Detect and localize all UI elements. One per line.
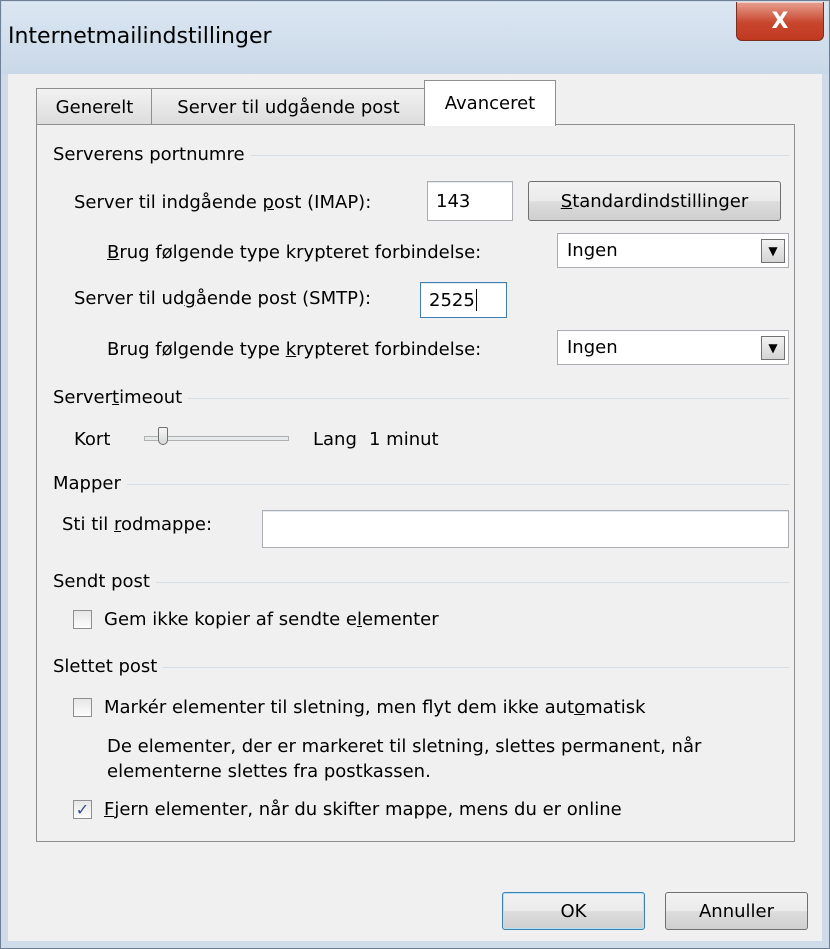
tab-avanceret[interactable]: Avanceret <box>424 80 556 126</box>
cancel-button-label: Annuller <box>698 900 774 922</box>
tab-panel-avanceret: Serverens portnumre Server til indgående… <box>36 124 795 842</box>
text-caret <box>475 289 477 311</box>
imap-encryption-select[interactable]: Ingen ▼ <box>557 233 789 268</box>
group-divider <box>53 484 790 485</box>
imap-encryption-label: Brug følgende type krypteret forbindelse… <box>107 242 482 263</box>
mark-delete-label[interactable]: Markér elementer til sletning, men flyt … <box>104 697 646 718</box>
smtp-port-value: 2525 <box>429 289 475 311</box>
ok-button[interactable]: OK <box>502 892 645 930</box>
root-folder-input[interactable] <box>262 510 789 548</box>
checkmark-icon: ✓ <box>75 800 90 819</box>
group-divider <box>53 582 790 583</box>
group-label: Sendt post <box>53 571 156 592</box>
dropdown-arrow-icon[interactable]: ▼ <box>761 336 785 360</box>
defaults-button[interactable]: Standardindstillinger <box>528 181 781 221</box>
tab-label: Server til udgående post <box>177 96 400 118</box>
smtp-encryption-select[interactable]: Ingen ▼ <box>557 330 789 365</box>
window-title: Internetmailindstillinger <box>8 24 272 49</box>
group-server-timeout: Servertimeout <box>53 387 790 409</box>
group-deleted-mail: Slettet post <box>53 656 790 678</box>
close-button[interactable]: X <box>736 2 824 41</box>
smtp-encryption-label: Brug følgende type krypteret forbindelse… <box>107 339 482 360</box>
mark-delete-checkbox[interactable] <box>73 698 92 717</box>
tab-server-udgaaende[interactable]: Server til udgående post <box>151 88 426 125</box>
group-label: Serverens portnumre <box>53 144 251 165</box>
group-divider <box>53 667 790 668</box>
imap-port-input[interactable]: 143 <box>427 181 513 221</box>
imap-port-value: 143 <box>436 190 471 212</box>
smtp-encryption-value: Ingen <box>567 337 618 358</box>
dropdown-arrow-icon[interactable]: ▼ <box>761 239 785 263</box>
dialog-window: Internetmailindstillinger X Generelt Ser… <box>0 0 830 949</box>
timeout-short-label: Kort <box>74 429 111 450</box>
smtp-port-input[interactable]: 2525 <box>420 282 507 318</box>
timeout-slider-thumb[interactable] <box>158 427 168 445</box>
group-label: Mapper <box>53 473 127 494</box>
tab-label: Avanceret <box>444 93 536 114</box>
tab-generelt[interactable]: Generelt <box>36 88 153 125</box>
group-server-ports: Serverens portnumre <box>53 144 790 166</box>
group-label: Servertimeout <box>53 387 189 408</box>
sent-copy-label[interactable]: Gem ikke kopier af sendte elementer <box>104 609 439 630</box>
title-bar[interactable]: Internetmailindstillinger X <box>2 2 828 74</box>
dialog-client: Generelt Server til udgående post Avance… <box>9 74 821 940</box>
imap-encryption-value: Ingen <box>567 240 618 261</box>
sent-copy-checkbox[interactable] <box>73 610 92 629</box>
root-folder-label: Sti til rodmappe: <box>62 514 213 535</box>
smtp-port-label: Server til udgående post (SMTP): <box>74 288 372 309</box>
imap-port-label: Server til indgående post (IMAP): <box>74 192 372 213</box>
group-sent-mail: Sendt post <box>53 571 790 593</box>
defaults-button-label: Standardindstillinger <box>560 190 749 212</box>
group-folders: Mapper <box>53 473 790 495</box>
ok-button-label: OK <box>560 900 587 922</box>
remove-on-switch-checkbox[interactable]: ✓ <box>73 800 92 819</box>
remove-on-switch-label[interactable]: Fjern elementer, når du skifter mappe, m… <box>104 799 622 820</box>
close-icon: X <box>771 8 789 34</box>
cancel-button[interactable]: Annuller <box>665 892 808 930</box>
mark-delete-info: De elementer, der er markeret til sletni… <box>107 736 702 782</box>
tab-label: Generelt <box>55 96 134 118</box>
group-label: Slettet post <box>53 656 164 677</box>
timeout-long-label: Lang <box>313 429 357 450</box>
timeout-value: 1 minut <box>369 429 439 450</box>
